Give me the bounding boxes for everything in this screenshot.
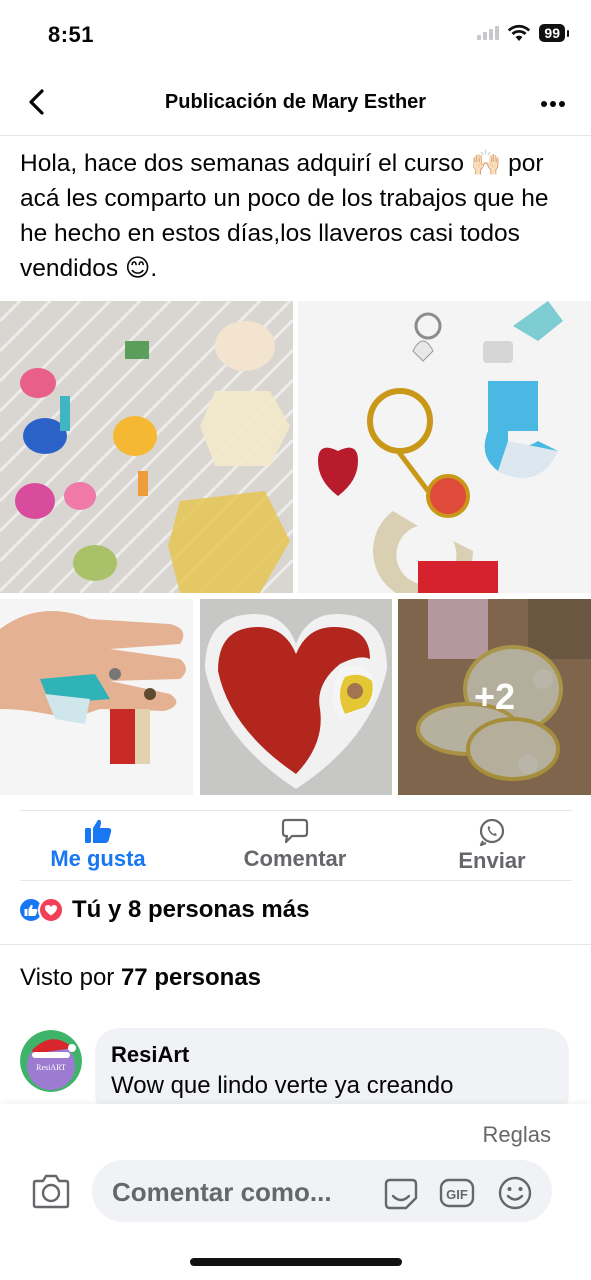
seen-by[interactable]: Visto por 77 personas [20,964,261,992]
send-button[interactable]: Enviar [452,818,532,874]
more-photos-count: +2 [398,599,591,795]
status-indicators: 99 [477,24,569,42]
home-indicator [190,1258,402,1266]
cellular-signal-icon [477,26,500,40]
divider [20,880,572,881]
avatar-logo-text: ResiART [36,1063,66,1072]
post-photo-2[interactable] [298,301,591,593]
comment-icon [281,818,309,844]
post-photo-5[interactable]: +2 [398,599,591,795]
reaction-icons [18,897,64,923]
post-text: Hola, hace dos semanas adquirí el curso … [20,150,549,282]
seen-by-count: 77 personas [120,964,262,991]
post-photo-3[interactable] [0,599,193,795]
love-reaction-icon [38,897,64,923]
send-label: Enviar [458,848,526,873]
comment-author[interactable]: ResiArt [111,1042,553,1068]
wifi-icon [508,24,531,41]
divider [0,944,591,945]
like-label: Me gusta [50,846,146,871]
rules-link[interactable]: Reglas [483,1122,551,1148]
comment-label: Comentar [243,846,347,871]
camera-icon[interactable] [30,1171,72,1213]
post-photo-1[interactable] [0,301,293,593]
avatar[interactable]: ResiART [20,1030,82,1092]
page-title: Publicación de Mary Esther [164,91,427,113]
thumbs-up-icon [85,819,112,843]
emoji-icon[interactable] [496,1174,534,1212]
status-time: 8:51 [48,22,95,47]
status-bar: 8:51 99 [0,0,591,70]
more-options-icon[interactable] [537,88,569,120]
whatsapp-icon [479,818,505,846]
comment-button[interactable]: Comentar [230,818,360,872]
comment-text: Wow que lindo verte ya creando [111,1072,454,1099]
comment-placeholder: Comentar como... [112,1177,332,1207]
seen-by-prefix: Visto por [20,964,121,991]
post-photo-4[interactable] [200,599,392,795]
gif-icon[interactable]: GIF [438,1174,476,1212]
reactions-text: Tú y 8 personas más [72,896,310,923]
reactions-summary[interactable]: Tú y 8 personas más [18,896,309,924]
sticker-icon[interactable] [382,1174,420,1212]
divider [20,810,572,811]
nav-bar: Publicación de Mary Esther [0,70,591,136]
like-button[interactable]: Me gusta [40,818,156,872]
battery-indicator: 99 [539,24,569,42]
comment-input[interactable]: Comentar como... GIF [92,1160,552,1222]
gif-label: GIF [446,1187,468,1202]
comment-composer: Reglas Comentar como... GIF [0,1104,591,1280]
